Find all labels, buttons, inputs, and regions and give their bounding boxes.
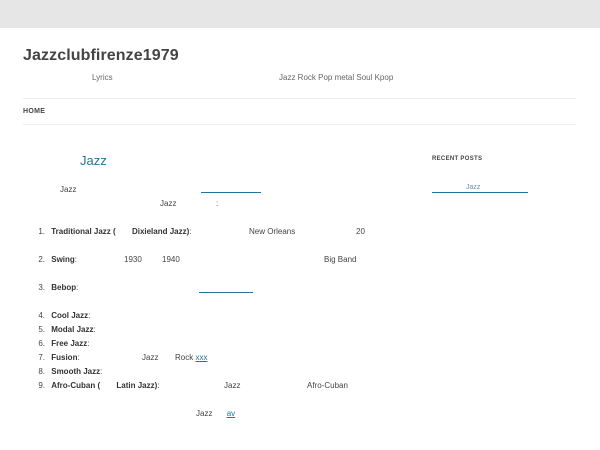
list-colon: :	[87, 339, 90, 348]
list-number: 2.	[38, 255, 45, 264]
page: Jazzclubfirenze1979 Lyrics Jazz Rock Pop…	[0, 28, 600, 450]
site-tagline-left: Lyrics	[92, 73, 113, 82]
list-term: Bebop	[51, 283, 77, 292]
list-number: 9.	[38, 381, 45, 390]
list-colon: :	[93, 325, 96, 334]
nav-divider-top	[23, 98, 576, 99]
list-number: 6.	[38, 339, 45, 348]
list-text: New Orleans	[249, 227, 296, 236]
list-term: Fusion	[51, 353, 78, 362]
second-line-colon: :	[216, 199, 219, 208]
list-text: 1940	[162, 255, 180, 264]
recent-post-link[interactable]: Jazz	[466, 184, 480, 191]
list-item: 2. Swing:	[23, 255, 77, 264]
list-item: 5. Modal Jazz:	[23, 325, 96, 334]
list-colon: :	[157, 381, 160, 390]
av-link[interactable]: av	[215, 409, 235, 418]
list-number: 5.	[38, 325, 45, 334]
list-term: Swing	[51, 255, 75, 264]
list-term: Free Jazz	[51, 339, 88, 348]
list-text: Afro-Cuban	[307, 381, 348, 390]
list-term: Modal Jazz	[51, 325, 94, 334]
list-colon: :	[100, 367, 103, 376]
list-item: 8. Smooth Jazz:	[23, 367, 102, 376]
list-colon: :	[77, 353, 80, 362]
list-item: 1. Traditional Jazz ( Dixieland Jazz):	[23, 227, 192, 236]
list-term-alt: Latin Jazz)	[116, 381, 158, 390]
intro-link[interactable]	[201, 192, 261, 193]
list-number: 4.	[38, 311, 45, 320]
intro-word: Jazz	[60, 185, 77, 194]
second-line-word: Jazz	[160, 199, 177, 208]
list-item: 6. Free Jazz:	[23, 339, 90, 348]
list-term-alt: Dixieland Jazz)	[131, 227, 190, 236]
list-text: 20	[356, 227, 365, 236]
nav-item-home[interactable]: HOME	[23, 108, 45, 115]
list-text: Rock xxx	[175, 353, 207, 362]
site-title[interactable]: Jazzclubfirenze1979	[23, 47, 179, 65]
list-number: 7.	[38, 353, 45, 362]
list-number: 1.	[38, 227, 45, 236]
list-term: Smooth Jazz	[51, 367, 101, 376]
list-item: 7. Fusion:	[23, 353, 80, 362]
recent-post-underline[interactable]	[432, 192, 528, 193]
list-text: 1930	[124, 255, 142, 264]
list-colon: :	[88, 311, 91, 320]
list-item: 4. Cool Jazz:	[23, 311, 90, 320]
list-term: Traditional Jazz (	[51, 227, 116, 236]
list-number: 3.	[38, 283, 45, 292]
list-colon: :	[189, 227, 192, 236]
nav-divider-bottom	[23, 124, 576, 125]
list-text-rock: Rock	[175, 353, 194, 362]
site-tagline-right: Jazz Rock Pop metal Soul Kpop	[279, 73, 394, 82]
list-term: Afro-Cuban (	[51, 381, 101, 390]
article-title[interactable]: Jazz	[80, 153, 107, 168]
list-text: Jazz	[224, 381, 241, 390]
footer-line: Jazz av	[196, 409, 235, 418]
recent-posts-title: RECENT POSTS	[432, 156, 483, 162]
bebop-link[interactable]	[199, 292, 253, 293]
list-colon: :	[76, 283, 79, 292]
list-colon: :	[74, 255, 78, 264]
xxx-link[interactable]: xxx	[195, 353, 207, 362]
list-number: 8.	[38, 367, 45, 376]
list-term: Cool Jazz	[51, 311, 89, 320]
list-item: 9. Afro-Cuban ( Latin Jazz):	[23, 381, 160, 390]
list-item: 3. Bebop:	[23, 283, 78, 292]
footer-word: Jazz	[196, 409, 213, 418]
list-text: Big Band	[324, 255, 357, 264]
list-text: Jazz	[142, 353, 159, 362]
top-bar	[0, 0, 600, 28]
